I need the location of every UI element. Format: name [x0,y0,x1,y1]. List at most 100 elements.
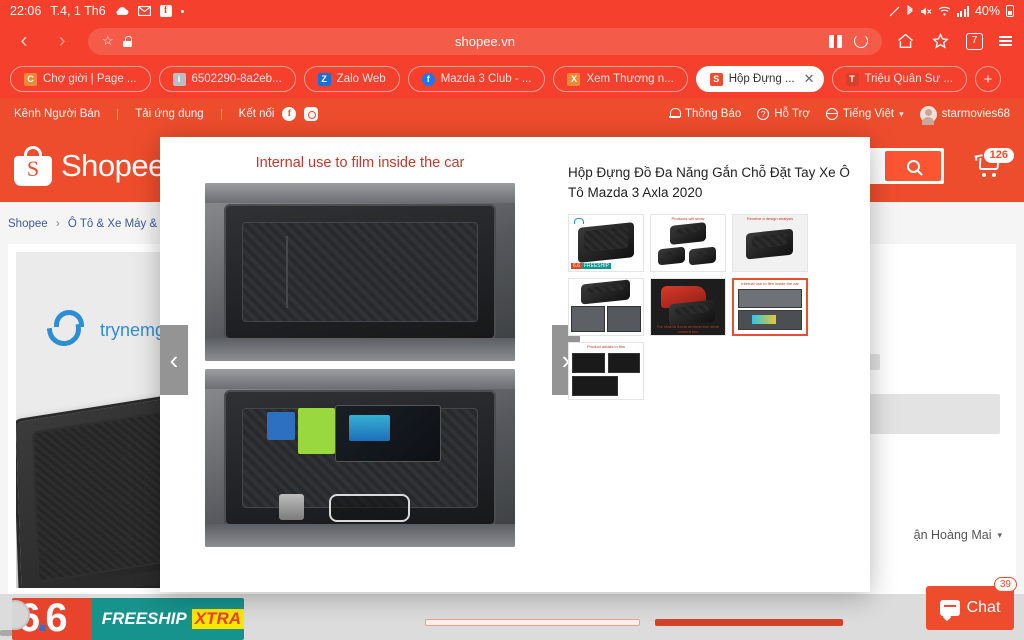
tab-label: Xem Thương n... [586,73,674,85]
screenshot-icon [889,6,900,17]
image-gallery-modal: Internal use to film inside the car ‹ › … [160,137,870,592]
close-icon[interactable]: ✕ [804,71,815,87]
back-button[interactable]: ‹ [12,29,36,53]
thumbnail-6[interactable]: Product details in film [568,342,644,401]
tab-label: Zalo Web [336,73,386,85]
tab-favicon: S [709,72,723,86]
bookmark-icon[interactable] [931,32,950,51]
trynemgo-logo-icon [572,218,584,227]
shopee-bag-icon: S [14,146,52,186]
gallery-prev-button[interactable]: ‹ [160,325,188,395]
mute-icon [920,6,932,17]
browser-tab-0[interactable]: C Chợ giời | Page ... [10,66,151,92]
battery-percent: 40% [974,4,1000,18]
freeship-badge: XTRA [191,609,244,629]
home-icon[interactable] [896,32,915,51]
tab-favicon: i [172,72,186,86]
question-icon: ? [757,108,770,120]
tab-count-button[interactable]: 7 [966,32,983,50]
gift-icon[interactable] [829,34,842,48]
thumbnail-4[interactable]: For Mazda Axela armrest box store conten… [650,278,726,337]
shopee-top-nav: Kênh Người Bán Tải ứng dụng Kết nối f Th… [0,98,1024,130]
browser-tab-1[interactable]: i 6502290-8a2eb... [158,66,296,92]
freeship-right: FREESHIP XTRA [91,598,244,640]
browser-tab-2[interactable]: Z Zalo Web [303,66,400,92]
forward-button[interactable]: › [50,29,74,53]
freeship-text: FREESHIP [101,609,187,628]
modal-image-heading: Internal use to film inside the car [255,155,465,171]
search-icon [906,159,920,173]
chat-label: Chat [966,599,1001,616]
bookmark-star-icon[interactable]: ☆ [102,33,114,49]
delivery-location-text: ận Hoàng Mai [913,528,992,542]
browser-tab-3[interactable]: f Mazda 3 Club - ... [407,66,546,92]
browser-tab-4[interactable]: X Xem Thương n... [553,66,688,92]
facebook-icon: f [159,5,172,17]
browser-tab-5-active[interactable]: S Hộp Đựng ... ✕ [695,66,824,92]
thumbnail-caption: Receive a design analysis [746,216,794,222]
status-time: 22:06 [10,4,42,18]
tab-strip: C Chợ giời | Page ... i 6502290-8a2eb...… [0,60,1024,98]
address-bar[interactable]: ☆ shopee.vn [88,27,882,55]
thumbnail-caption: Product details in film [586,344,625,350]
chevron-down-icon: ▾ [899,108,904,119]
seller-channel-link[interactable]: Kênh Người Bán [14,108,100,120]
wifi-icon [938,6,951,16]
bell-icon [668,108,681,120]
add-to-cart-button[interactable] [425,619,640,626]
breadcrumb-separator: › [55,218,60,230]
username-label: starmovies68 [941,108,1010,120]
thumbnail-grid: 6.6 FREESHIP Products will show Receive a… [568,214,854,401]
thumbnail-1[interactable]: Products will show [650,214,726,273]
chat-unread-badge: 39 [993,577,1017,592]
thumbnail-0[interactable]: 6.6 FREESHIP [568,214,644,273]
browser-tab-6[interactable]: T Triệu Quân Sự ... [831,66,967,92]
thumbnail-5-selected[interactable]: Internal use to film inside the car [732,278,808,337]
download-app-link[interactable]: Tải ứng dụng [135,108,203,120]
thumbnail-2[interactable]: Receive a design analysis [732,214,808,273]
cart-count-badge: 126 [983,148,1014,163]
tab-label: Chợ giời | Page ... [43,73,137,85]
buy-now-button[interactable] [655,619,843,626]
thumbnail-caption: For Mazda Axela armrest box store conten… [656,324,720,335]
dot-icon [180,9,184,13]
chevron-down-icon: ▾ [997,529,1002,540]
notifications-link[interactable]: Thông Báo [668,108,742,120]
promo-tag: 6.6 FREESHIP [571,263,611,270]
reload-icon[interactable] [854,34,868,48]
thumbnail-caption: Internal use to film inside the car [741,281,799,287]
help-link[interactable]: ? Hỗ Trợ [757,108,810,120]
url-text: shopee.vn [455,33,515,49]
cloud-icon [115,6,129,16]
avatar [919,105,937,125]
android-status-bar: 22:06 T.4, 1 Th6 f 40% [0,0,1024,22]
device-screen: 22:06 T.4, 1 Th6 f 40% ‹ › ☆ shopee.vn 7… [0,0,1024,640]
instagram-icon[interactable] [304,107,319,121]
gallery-photo-top [205,183,515,361]
notifications-label: Thông Báo [684,108,742,120]
menu-icon[interactable] [999,36,1012,46]
tab-label: Mazda 3 Club - ... [440,73,532,85]
shopee-logo[interactable]: S Shopee [14,146,165,186]
cart-button[interactable]: 126 [966,146,1014,186]
freeship-number: 6.6 [18,598,68,640]
language-selector[interactable]: Tiếng Việt ▾ [825,108,904,120]
divider [220,108,222,120]
new-tab-button[interactable]: + [974,66,1001,92]
modal-info-pane: Hộp Đựng Đồ Đa Năng Gắn Chỗ Đặt Tay Xe Ô… [560,137,870,592]
modal-product-title: Hộp Đựng Đồ Đa Năng Gắn Chỗ Đặt Tay Xe Ô… [568,165,850,200]
status-date: T.4, 1 Th6 [50,4,106,18]
brand-name: Shopee [61,148,165,183]
tab-label: Triệu Quân Sự ... [864,73,953,85]
facebook-icon[interactable]: f [282,107,297,121]
tab-favicon: T [845,72,859,86]
trynemgo-logo-icon [46,310,92,350]
tab-favicon: Z [317,72,331,86]
chat-widget[interactable]: Chat 39 [926,577,1017,630]
thumbnail-3[interactable] [568,278,644,337]
freeship-banner[interactable]: 6.6 FREESHIP XTRA [12,598,244,640]
account-menu[interactable]: starmovies68 [919,105,1010,125]
thumbnail-caption: Products will show [671,216,705,222]
breadcrumb-item-0[interactable]: Shopee [8,218,48,230]
search-button[interactable] [885,151,941,181]
